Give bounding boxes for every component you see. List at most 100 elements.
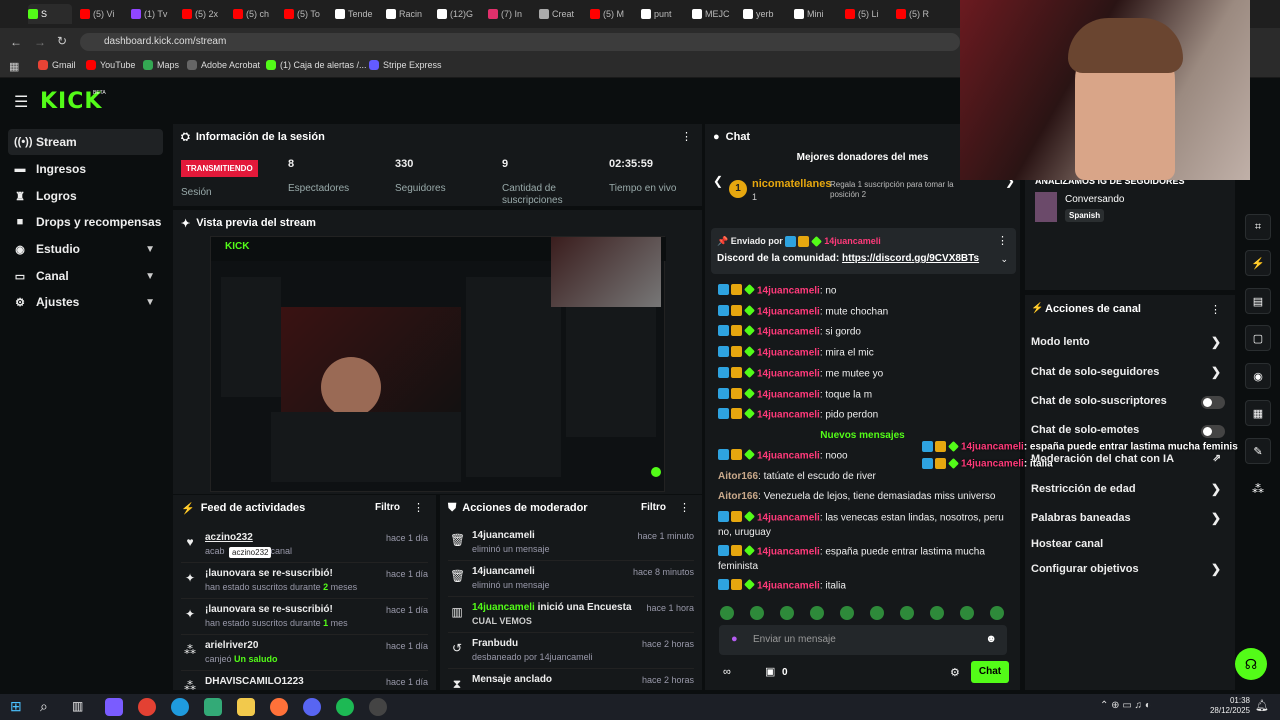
chat-message[interactable]: 14juancameli: no (718, 284, 1008, 299)
mod-action-item[interactable]: ⧗ Mensaje anclado hace 2 horas (448, 671, 694, 690)
discord-icon[interactable] (303, 698, 321, 716)
browser-tab[interactable]: (1) Tv (131, 4, 179, 24)
browser-tab[interactable]: Racin (386, 4, 434, 24)
browser-tab[interactable]: (7) In (488, 4, 536, 24)
sidebar-item-stream[interactable]: ((•)) Stream (8, 129, 163, 155)
browser-tab[interactable]: yerb (743, 4, 791, 24)
channel-action-item[interactable]: Moderación del chat con IA ⇗ (1031, 453, 1231, 469)
back-icon[interactable]: ← (10, 35, 22, 49)
layout-icon[interactable]: ▦ (1245, 400, 1271, 426)
browser-tab[interactable]: Creat (539, 4, 587, 24)
emote-icon[interactable] (720, 606, 734, 620)
chat-username[interactable]: 14juancameli (757, 306, 820, 317)
sidebar-item-drops[interactable]: ■ Drops y recompensas (8, 209, 163, 235)
browser-tab[interactable]: Tende (335, 4, 383, 24)
browser-tab[interactable]: (5) ch (233, 4, 281, 24)
chat-message[interactable]: 14juancameli: las venecas estan lindas, … (718, 511, 1008, 540)
chat-input[interactable]: ● Enviar un mensaje ☻ (719, 625, 1007, 655)
scan-icon[interactable]: ⌗ (1245, 214, 1271, 240)
toggle-switch[interactable] (1201, 396, 1225, 409)
hamburger-menu-icon[interactable]: ☰ (14, 92, 28, 112)
emoji-icon[interactable]: ☻ (985, 633, 997, 645)
chat-username[interactable]: 14juancameli (757, 286, 820, 297)
chat-bubble-icon[interactable]: ▢ (1245, 325, 1271, 351)
browser-tab[interactable]: punt (641, 4, 689, 24)
browser-tab[interactable]: Mini (794, 4, 842, 24)
more-options-icon[interactable]: ⋮ (1210, 303, 1221, 316)
stream-preview-video[interactable]: KICK (210, 236, 666, 492)
sidebar-item-canal[interactable]: ▭ Canal ▼ (8, 263, 163, 289)
emote-icon[interactable] (960, 606, 974, 620)
chat-message[interactable]: 14juancameli: mira el mic (718, 346, 1008, 361)
store-icon[interactable] (204, 698, 222, 716)
bookmark-youtube[interactable]: YouTube (86, 60, 135, 70)
task-view-icon[interactable]: ▥ (72, 699, 83, 713)
activity-item[interactable]: ✦ ¡launovara se re-suscribió! han estado s… (181, 565, 428, 599)
more-options-icon[interactable]: ⋮ (997, 234, 1008, 247)
chat-username[interactable]: Aitor166 (718, 471, 758, 482)
obs-icon[interactable] (369, 698, 387, 716)
mod-action-item[interactable]: ▥ 14juancameli inició una Encuesta CUAL VE… (448, 599, 694, 633)
channel-action-item[interactable]: Chat de solo-suscriptores (1031, 395, 1231, 411)
chat-message[interactable]: 14juancameli: si gordo (718, 325, 1008, 340)
document-icon[interactable]: ▤ (1245, 288, 1271, 314)
gift-box-icon[interactable]: ▣ (765, 665, 775, 678)
activity-item[interactable]: ⁂ DHAVISCAMILO1223 hace 1 día (181, 673, 428, 690)
chat-message[interactable]: 14juancameli: pido perdon (718, 408, 1008, 423)
chevron-down-icon[interactable]: ⌄ (1000, 254, 1008, 265)
mod-action-item[interactable]: ↺ Franbudu desbaneado por 14juancameli hace… (448, 635, 694, 669)
more-options-icon[interactable]: ⋮ (681, 130, 692, 143)
channel-action-item[interactable]: Restricción de edad ❯ (1031, 482, 1231, 499)
more-options-icon[interactable]: ⋮ (679, 501, 690, 514)
browser-tab[interactable]: (5) To (284, 4, 332, 24)
chat-username[interactable]: Aitor166 (718, 491, 758, 502)
system-tray-icons[interactable]: ⌃ ⊕ ▭ ♫ ◐ (1100, 700, 1151, 711)
sidebar-item-ingresos[interactable]: ▬ Ingresos (8, 156, 163, 182)
chat-username[interactable]: 14juancameli (757, 327, 820, 338)
support-button[interactable]: ☊ (1235, 648, 1267, 680)
chat-message[interactable]: 14juancameli: mute chochan (718, 304, 1008, 320)
browser-tab[interactable]: (5) R (896, 4, 944, 24)
chat-message[interactable]: 14juancameli: españa puede entrar lastim… (718, 545, 1008, 574)
sidebar-item-logros[interactable]: ♜ Logros (8, 183, 163, 209)
channel-action-item[interactable]: Hostear canal (1031, 538, 1231, 554)
broadcast-icon[interactable]: ◉ (1245, 363, 1271, 389)
chat-username[interactable]: 14juancameli (757, 410, 820, 421)
sidebar-item-estudio[interactable]: ◉ Estudio ▼ (8, 236, 163, 262)
chrome-icon[interactable] (138, 698, 156, 716)
browser-tab[interactable]: (5) 2x (182, 4, 230, 24)
chat-username[interactable]: 14juancameli (757, 513, 820, 524)
discord-link[interactable]: https://discord.gg/9CVX8BTs (842, 253, 979, 264)
more-options-icon[interactable]: ⋮ (413, 501, 424, 514)
edge-icon[interactable] (171, 698, 189, 716)
bookmark-gmail[interactable]: Gmail (38, 60, 76, 70)
browser-tab[interactable]: (12)G (437, 4, 485, 24)
activity-filter-button[interactable]: Filtro (375, 502, 400, 513)
emote-icon[interactable] (900, 606, 914, 620)
reload-icon[interactable]: ↻ (57, 34, 67, 48)
firefox-icon[interactable] (270, 698, 288, 716)
chat-username[interactable]: 14juancameli (757, 368, 820, 379)
chat-message[interactable]: 14juancameli: italia (718, 579, 1008, 594)
chat-username[interactable]: 14juancameli (757, 451, 820, 462)
channel-action-item[interactable]: Chat de solo-emotes (1031, 424, 1231, 440)
chat-message[interactable]: Aitor166: Venezuela de lejos, tiene dema… (718, 490, 1008, 504)
windows-start-icon[interactable]: ⊞ (10, 698, 22, 715)
bookmark-acrobat[interactable]: Adobe Acrobat (187, 60, 260, 70)
activity-item[interactable]: ✦ ¡launovara se re-suscribió! han estado s… (181, 601, 428, 635)
bookmark-stripe[interactable]: Stripe Express (369, 60, 442, 70)
activity-item[interactable]: ♥ aczino232 acab canal hace 1 día (181, 529, 428, 563)
emote-icon[interactable] (990, 606, 1004, 620)
gear-icon[interactable]: ⚙ (950, 666, 960, 679)
send-chat-button[interactable]: Chat (971, 661, 1009, 683)
toggle-switch[interactable] (1201, 425, 1225, 438)
apps-grid-icon[interactable]: ▦ (9, 60, 19, 73)
channel-action-item[interactable]: Chat de solo-seguidores ❯ (1031, 365, 1231, 382)
copilot-icon[interactable] (105, 698, 123, 716)
wrench-icon[interactable]: ✎ (1245, 438, 1271, 464)
chat-username[interactable]: 14juancameli (757, 581, 820, 592)
mod-action-item[interactable]: 🗑︎ 14juancameli eliminó un mensaje hace 1 m… (448, 527, 694, 561)
mod-filter-button[interactable]: Filtro (641, 502, 666, 513)
sidebar-item-ajustes[interactable]: ⚙ Ajustes ▼ (8, 289, 163, 315)
browser-tab[interactable]: S (28, 4, 72, 24)
